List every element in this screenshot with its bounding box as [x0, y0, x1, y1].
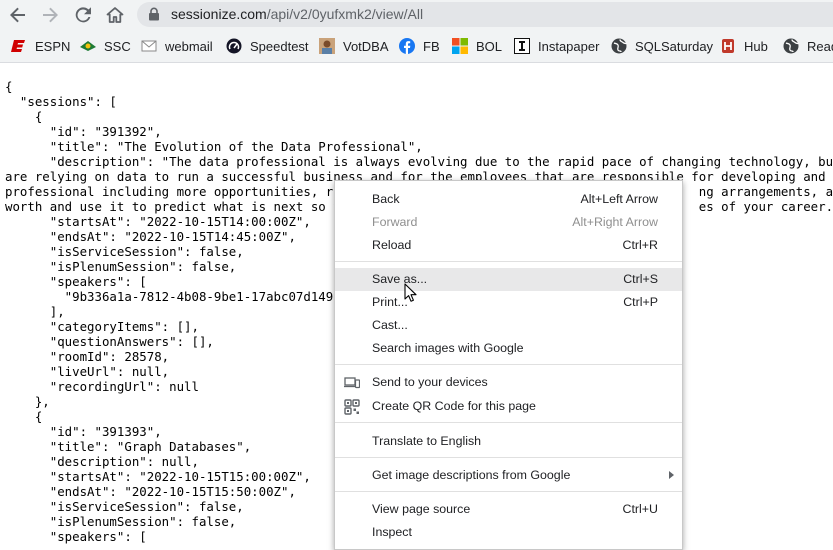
bookmark-label: FB — [423, 38, 440, 54]
menu-item-label: Create QR Code for this page — [372, 399, 536, 413]
menu-item-shortcut: Alt+Right Arrow — [572, 215, 658, 229]
bookmark-espn[interactable]: ESPN — [11, 37, 70, 55]
devices-icon — [344, 377, 360, 389]
context-menu: Back Alt+Left Arrow Forward Alt+Right Arro… — [334, 180, 683, 550]
bookmark-webmail[interactable]: webmail — [141, 37, 213, 55]
forward-button[interactable] — [37, 2, 63, 28]
url-path: /api/v2/0yufxmk2/view/All — [266, 6, 424, 22]
menu-item-label: Forward — [372, 215, 418, 229]
menu-item-shortcut: Ctrl+S — [623, 272, 658, 286]
menu-item-print[interactable]: Print... Ctrl+P — [335, 291, 682, 314]
menu-item-shortcut: Ctrl+R — [622, 238, 658, 252]
menu-item-label: Send to your devices — [372, 375, 488, 389]
bookmark-label: Instapaper — [538, 38, 600, 54]
submenu-arrow-icon — [669, 471, 674, 479]
menu-item-qr-code[interactable]: Create QR Code for this page — [335, 395, 682, 418]
bookmark-read[interactable]: Read — [783, 37, 833, 55]
bookmarks-bar: ESPN SSC webmail Speedtest VotDBA FB BOL… — [0, 29, 833, 63]
menu-item-label: Save as... — [372, 272, 428, 286]
menu-item-label: Cast... — [372, 318, 408, 332]
menu-item-label: Get image descriptions from Google — [372, 468, 571, 482]
bookmark-label: BOL — [476, 38, 503, 54]
menu-item-inspect[interactable]: Inspect — [335, 521, 682, 544]
menu-separator — [335, 422, 682, 423]
bookmark-label: Read — [807, 38, 833, 54]
browser-toolbar: sessionize.com/api/v2/0yufxmk2/view/All — [0, 0, 833, 29]
espn-icon — [11, 38, 27, 54]
bookmark-label: SSC — [104, 38, 131, 54]
reload-icon — [75, 7, 91, 23]
reload-button[interactable] — [70, 2, 96, 28]
speedtest-icon — [226, 38, 242, 54]
menu-item-label: View page source — [372, 502, 471, 516]
menu-item-label: Translate to English — [372, 434, 482, 448]
json-line: { — [5, 109, 43, 124]
json-line: "sessions": [ — [5, 94, 117, 109]
url-text[interactable]: sessionize.com/api/v2/0yufxmk2/view/All — [171, 6, 423, 22]
address-bar[interactable]: sessionize.com/api/v2/0yufxmk2/view/All — [137, 2, 833, 27]
menu-item-label: Print... — [372, 295, 408, 309]
menu-item-label: Back — [372, 192, 400, 206]
menu-item-translate[interactable]: Translate to English — [335, 430, 682, 453]
menu-item-cast[interactable]: Cast... — [335, 314, 682, 337]
bookmark-label: VotDBA — [343, 38, 389, 54]
mouse-pointer-icon — [404, 283, 417, 302]
json-line: { — [5, 79, 13, 94]
home-button[interactable] — [102, 2, 128, 28]
menu-separator — [335, 491, 682, 492]
json-line: "title": "The Evolution of the Data Prof… — [5, 139, 423, 154]
bookmark-bol[interactable]: BOL — [452, 37, 502, 55]
microsoft-icon — [452, 38, 468, 54]
menu-item-image-descriptions[interactable]: Get image descriptions from Google — [335, 464, 682, 487]
bookmark-ssc[interactable]: SSC — [80, 37, 131, 55]
hub-icon — [720, 38, 736, 54]
mail-icon — [141, 38, 157, 54]
bookmark-votdba[interactable]: VotDBA — [319, 37, 389, 55]
menu-item-send-to-devices[interactable]: Send to your devices — [335, 371, 682, 394]
votdba-icon — [319, 38, 335, 54]
globe-icon — [611, 38, 627, 54]
json-line: "id": "391392", — [5, 124, 162, 139]
instapaper-icon — [514, 38, 530, 54]
bookmark-label: Speedtest — [250, 38, 309, 54]
menu-item-label: Inspect — [372, 525, 412, 539]
bookmark-label: ESPN — [35, 38, 71, 54]
facebook-icon — [399, 38, 415, 54]
qr-code-icon — [344, 399, 360, 415]
back-button[interactable] — [5, 2, 31, 28]
url-host: sessionize.com — [171, 6, 267, 22]
menu-item-shortcut: Ctrl+P — [623, 295, 658, 309]
bookmark-instapaper[interactable]: Instapaper — [514, 37, 599, 55]
menu-item-search-images[interactable]: Search images with Google — [335, 337, 682, 360]
back-arrow-icon — [10, 7, 25, 23]
globe-icon — [783, 38, 799, 54]
menu-item-back[interactable]: Back Alt+Left Arrow — [335, 188, 682, 211]
menu-item-forward[interactable]: Forward Alt+Right Arrow — [335, 211, 682, 234]
bookmark-sqlsaturday[interactable]: SQLSaturday — [611, 37, 713, 55]
json-line: "description": "The data professional is… — [5, 154, 833, 169]
ssc-icon — [80, 38, 96, 54]
bookmark-label: Hub — [744, 38, 768, 54]
bookmark-label: webmail — [165, 38, 213, 54]
menu-item-view-source[interactable]: View page source Ctrl+U — [335, 498, 682, 521]
menu-separator — [335, 364, 682, 365]
menu-item-reload[interactable]: Reload Ctrl+R — [335, 234, 682, 257]
menu-item-shortcut: Alt+Left Arrow — [580, 192, 658, 206]
bookmark-hub[interactable]: Hub — [720, 37, 768, 55]
menu-item-save-as[interactable]: Save as... Ctrl+S — [335, 268, 682, 291]
menu-item-label: Reload — [372, 238, 412, 252]
home-icon — [106, 7, 124, 23]
menu-separator — [335, 261, 682, 262]
menu-item-shortcut: Ctrl+U — [622, 502, 658, 516]
forward-arrow-icon — [43, 7, 58, 23]
lock-icon[interactable] — [147, 7, 161, 21]
bookmark-speedtest[interactable]: Speedtest — [226, 37, 309, 55]
bookmark-fb[interactable]: FB — [399, 37, 440, 55]
menu-item-label: Search images with Google — [372, 341, 524, 355]
bookmark-label: SQLSaturday — [635, 38, 714, 54]
menu-separator — [335, 457, 682, 458]
